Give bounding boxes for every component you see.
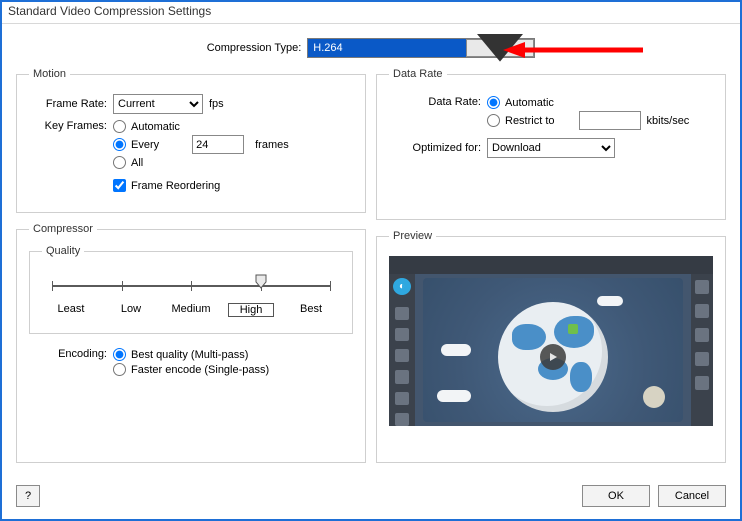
quality-label-best: Best: [288, 303, 334, 317]
quality-label-medium: Medium: [168, 303, 214, 317]
preview-tool-icon: [395, 307, 409, 320]
preview-legend: Preview: [389, 230, 436, 242]
quality-label-least: Least: [48, 303, 94, 317]
compression-type-row: Compression Type: H.264: [16, 38, 726, 58]
right-column: Data Rate Data Rate: Automatic Restrict …: [376, 68, 726, 463]
preview-moon-icon: [643, 386, 665, 408]
preview-tool-icon: [395, 413, 409, 426]
preview-tool-icon: [395, 392, 409, 405]
frame-rate-unit: fps: [209, 98, 224, 110]
encoding-fast-radio[interactable]: Faster encode (Single-pass): [113, 363, 269, 376]
preview-tool-icon: [695, 376, 709, 390]
preview-tool-icon: [695, 304, 709, 318]
preview-tool-icon: [695, 352, 709, 366]
preview-area: ◐: [389, 256, 713, 426]
help-button[interactable]: ?: [16, 485, 40, 507]
frame-rate-label: Frame Rate:: [29, 98, 113, 110]
preview-tool-icon: [695, 280, 709, 294]
motion-legend: Motion: [29, 68, 70, 80]
preview-play-icon: [540, 344, 566, 370]
data-rate-restrict-radio[interactable]: Restrict to: [487, 114, 555, 127]
titlebar: Standard Video Compression Settings: [2, 2, 740, 24]
encoding-best-radio[interactable]: Best quality (Multi-pass): [113, 348, 269, 361]
content-area: Compression Type: H.264 Motion: [2, 24, 740, 519]
compression-type-value: H.264: [308, 42, 466, 54]
optimized-for-label: Optimized for:: [389, 142, 487, 154]
data-rate-legend: Data Rate: [389, 68, 447, 80]
preview-tool-icon: [695, 328, 709, 342]
preview-right-toolbar: [691, 274, 713, 426]
quality-slider-thumb[interactable]: [255, 273, 267, 289]
preview-group: Preview ◐: [376, 230, 726, 463]
frame-reordering-checkbox[interactable]: Frame Reordering: [113, 179, 289, 192]
encoding-label: Encoding:: [29, 346, 113, 360]
keyframes-every-radio[interactable]: Every frames: [113, 135, 289, 154]
compression-type-dropdown[interactable]: H.264: [307, 38, 535, 58]
quality-label-low: Low: [108, 303, 154, 317]
data-rate-automatic-radio[interactable]: Automatic: [487, 96, 689, 109]
key-frames-label: Key Frames:: [29, 118, 113, 132]
keyframes-all-radio[interactable]: All: [113, 156, 289, 169]
quality-legend: Quality: [42, 245, 84, 257]
preview-tool-icon: [395, 328, 409, 341]
window-title: Standard Video Compression Settings: [8, 4, 211, 18]
cancel-button[interactable]: Cancel: [658, 485, 726, 507]
data-rate-group: Data Rate Data Rate: Automatic Restrict …: [376, 68, 726, 220]
preview-app-logo-icon: ◐: [393, 278, 411, 295]
left-column: Motion Frame Rate: Current fps Key Frame…: [16, 68, 366, 463]
compression-type-label: Compression Type:: [207, 42, 302, 54]
frame-rate-select[interactable]: Current: [113, 94, 203, 114]
compressor-legend: Compressor: [29, 223, 97, 235]
preview-menubar: [389, 256, 713, 274]
keyframes-every-input[interactable]: [192, 135, 244, 154]
preview-stage: [415, 274, 691, 426]
footer: ? OK Cancel: [16, 485, 726, 507]
data-rate-label: Data Rate:: [389, 94, 487, 108]
dialog-window: Standard Video Compression Settings Comp…: [0, 0, 742, 521]
quality-label-high: High: [228, 303, 274, 317]
optimized-for-select[interactable]: Download: [487, 138, 615, 158]
data-rate-restrict-input[interactable]: [579, 111, 641, 130]
compressor-group: Compressor Quality: [16, 223, 366, 463]
preview-left-toolbar: ◐: [389, 274, 415, 426]
chevron-down-icon[interactable]: [466, 39, 534, 57]
motion-group: Motion Frame Rate: Current fps Key Frame…: [16, 68, 366, 213]
preview-tool-icon: [395, 349, 409, 362]
keyframes-automatic-radio[interactable]: Automatic: [113, 120, 289, 133]
quality-slider[interactable]: [52, 275, 330, 299]
ok-button[interactable]: OK: [582, 485, 650, 507]
preview-tool-icon: [395, 370, 409, 383]
quality-group: Quality: [29, 245, 353, 334]
